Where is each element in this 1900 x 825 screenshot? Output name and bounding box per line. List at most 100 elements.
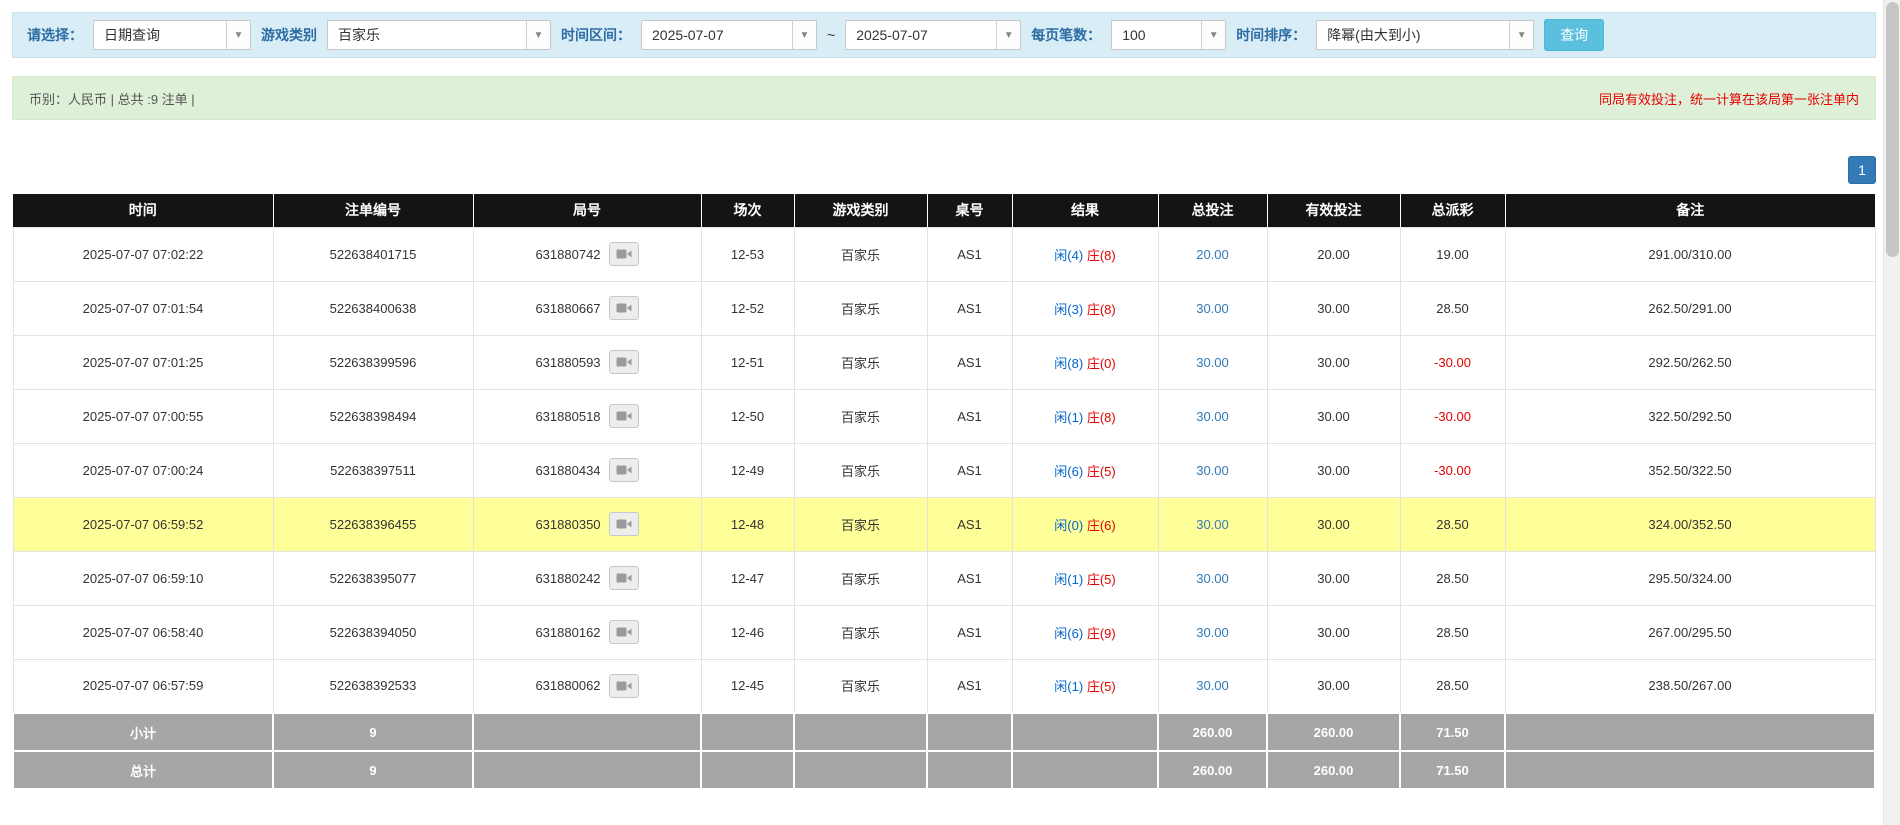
filter-bar: 请选择： 日期查询 ▼ 游戏类别 百家乐 ▼ 时间区间： 2025-07-07 … — [12, 12, 1876, 58]
game-type-select[interactable]: 百家乐 ▼ — [327, 20, 551, 50]
total-bet-link[interactable]: 30.00 — [1196, 678, 1229, 693]
cell-payout: 28.50 — [1399, 496, 1506, 552]
cell-table-no: AS1 — [926, 226, 1013, 282]
banker-result: 庄(0) — [1086, 355, 1116, 371]
query-type-label: 请选择： — [27, 27, 83, 43]
total-bet-link[interactable]: 30.00 — [1196, 571, 1229, 586]
cell-time: 2025-07-07 07:01:25 — [12, 334, 274, 390]
cell-payout: 28.50 — [1399, 658, 1506, 714]
replay-video-button[interactable] — [608, 512, 639, 536]
replay-video-button[interactable] — [608, 566, 639, 590]
cell-result: 闲(6) 庄(9) — [1011, 604, 1159, 660]
table-row: 2025-07-07 07:02:22 522638401715 6318807… — [12, 226, 1876, 282]
cell-note: 324.00/352.50 — [1504, 496, 1876, 552]
total-bet-link[interactable]: 30.00 — [1196, 625, 1229, 640]
video-icon — [616, 249, 632, 259]
cell-result: 闲(4) 庄(8) — [1011, 226, 1159, 282]
cell-game-type: 百家乐 — [793, 280, 928, 336]
replay-video-button[interactable] — [608, 404, 639, 428]
cell-time: 2025-07-07 06:58:40 — [12, 604, 274, 660]
header-time: 时间 — [13, 194, 274, 227]
cell-total-bet: 30.00 — [1157, 550, 1268, 606]
query-type-select[interactable]: 日期查询 ▼ — [93, 20, 251, 50]
player-result: 闲(0) — [1054, 517, 1084, 533]
player-result: 闲(4) — [1054, 247, 1084, 263]
chevron-down-icon: ▼ — [1201, 21, 1226, 49]
round-id-value: 631880593 — [535, 354, 601, 370]
vertical-scrollbar[interactable] — [1883, 0, 1900, 825]
cell-note: 322.50/292.50 — [1504, 388, 1876, 444]
cell-result: 闲(0) 庄(6) — [1011, 496, 1159, 552]
time-sort-select[interactable]: 降幂(由大到小) ▼ — [1316, 20, 1535, 50]
cell-game-type: 百家乐 — [793, 604, 928, 660]
header-payout: 总派彩 — [1400, 194, 1506, 227]
cell-bet-id: 522638392533 — [272, 658, 474, 714]
table-row: 2025-07-07 06:59:10 522638395077 6318802… — [12, 550, 1876, 606]
betting-records-table: 时间 注单编号 局号 场次 游戏类别 桌号 结果 总投注 有效投注 总派彩 备注… — [12, 194, 1876, 790]
total-bet-link[interactable]: 20.00 — [1196, 247, 1229, 262]
query-button[interactable]: 查询 — [1544, 19, 1605, 51]
time-sort-value: 降幂(由大到小) — [1327, 27, 1421, 43]
banker-result: 庄(5) — [1086, 571, 1116, 587]
cell-result: 闲(1) 庄(5) — [1011, 550, 1159, 606]
cell-round-id: 631880593 — [472, 334, 702, 390]
scrollbar-thumb[interactable] — [1886, 2, 1899, 257]
total-label: 总计 — [12, 750, 274, 790]
table-row: 2025-07-07 06:58:40 522638394050 6318801… — [12, 604, 1876, 660]
subtotal-label: 小计 — [12, 712, 274, 752]
cell-session: 12-53 — [700, 226, 795, 282]
cell-note: 352.50/322.50 — [1504, 442, 1876, 498]
cell-time: 2025-07-07 07:00:24 — [12, 442, 274, 498]
table-body: 2025-07-07 07:02:22 522638401715 6318807… — [12, 226, 1876, 714]
cell-time: 2025-07-07 07:02:22 — [12, 226, 274, 282]
player-result: 闲(3) — [1054, 301, 1084, 317]
total-bet-link[interactable]: 30.00 — [1196, 463, 1229, 478]
cell-session: 12-51 — [700, 334, 795, 390]
date-to-picker[interactable]: 2025-07-07 ▼ — [845, 20, 1022, 50]
player-result: 闲(1) — [1054, 571, 1084, 587]
cell-session: 12-45 — [700, 658, 795, 714]
game-type-value: 百家乐 — [338, 27, 380, 43]
round-id-value: 631880434 — [535, 462, 601, 478]
cell-total-bet: 30.00 — [1157, 604, 1268, 660]
total-bet-link[interactable]: 30.00 — [1196, 355, 1229, 370]
replay-video-button[interactable] — [608, 350, 639, 374]
cell-result: 闲(3) 庄(8) — [1011, 280, 1159, 336]
cell-round-id: 631880667 — [472, 280, 702, 336]
cell-game-type: 百家乐 — [793, 334, 928, 390]
cell-payout: -30.00 — [1399, 334, 1506, 390]
total-bet-link[interactable]: 30.00 — [1196, 409, 1229, 424]
table-row: 2025-07-07 06:57:59 522638392533 6318800… — [12, 658, 1876, 714]
subtotal-row: 小计 9 260.00 260.00 71.50 — [12, 712, 1876, 752]
date-from-picker[interactable]: 2025-07-07 ▼ — [641, 20, 817, 50]
cell-note: 291.00/310.00 — [1504, 226, 1876, 282]
replay-video-button[interactable] — [608, 673, 639, 698]
video-icon — [616, 681, 632, 691]
page-1-button[interactable]: 1 — [1848, 156, 1876, 184]
replay-video-button[interactable] — [608, 242, 639, 266]
video-icon — [616, 303, 632, 313]
header-session: 场次 — [701, 194, 795, 227]
replay-video-button[interactable] — [608, 296, 639, 320]
cell-payout: 28.50 — [1399, 550, 1506, 606]
total-bet-link[interactable]: 30.00 — [1196, 517, 1229, 532]
replay-video-button[interactable] — [608, 458, 639, 482]
chevron-down-icon: ▼ — [526, 21, 550, 49]
chevron-down-icon: ▼ — [792, 21, 816, 49]
cell-total-bet: 30.00 — [1157, 658, 1268, 714]
cell-valid-bet: 30.00 — [1266, 604, 1401, 660]
valid-bet-notice: 同局有效投注，统一计算在该局第一张注单内 — [1598, 91, 1859, 107]
cell-game-type: 百家乐 — [793, 658, 928, 714]
video-icon — [616, 627, 632, 637]
cell-table-no: AS1 — [926, 658, 1013, 714]
table-header: 时间 注单编号 局号 场次 游戏类别 桌号 结果 总投注 有效投注 总派彩 备注 — [13, 194, 1875, 227]
cell-valid-bet: 30.00 — [1266, 442, 1401, 498]
cell-session: 12-49 — [700, 442, 795, 498]
page-size-select[interactable]: 100 ▼ — [1111, 20, 1227, 50]
round-id-value: 631880242 — [535, 570, 601, 586]
total-bet-link[interactable]: 30.00 — [1196, 301, 1229, 316]
replay-video-button[interactable] — [608, 620, 639, 644]
chevron-down-icon: ▼ — [996, 21, 1021, 49]
header-note: 备注 — [1505, 194, 1875, 227]
cell-bet-id: 522638398494 — [272, 388, 474, 444]
